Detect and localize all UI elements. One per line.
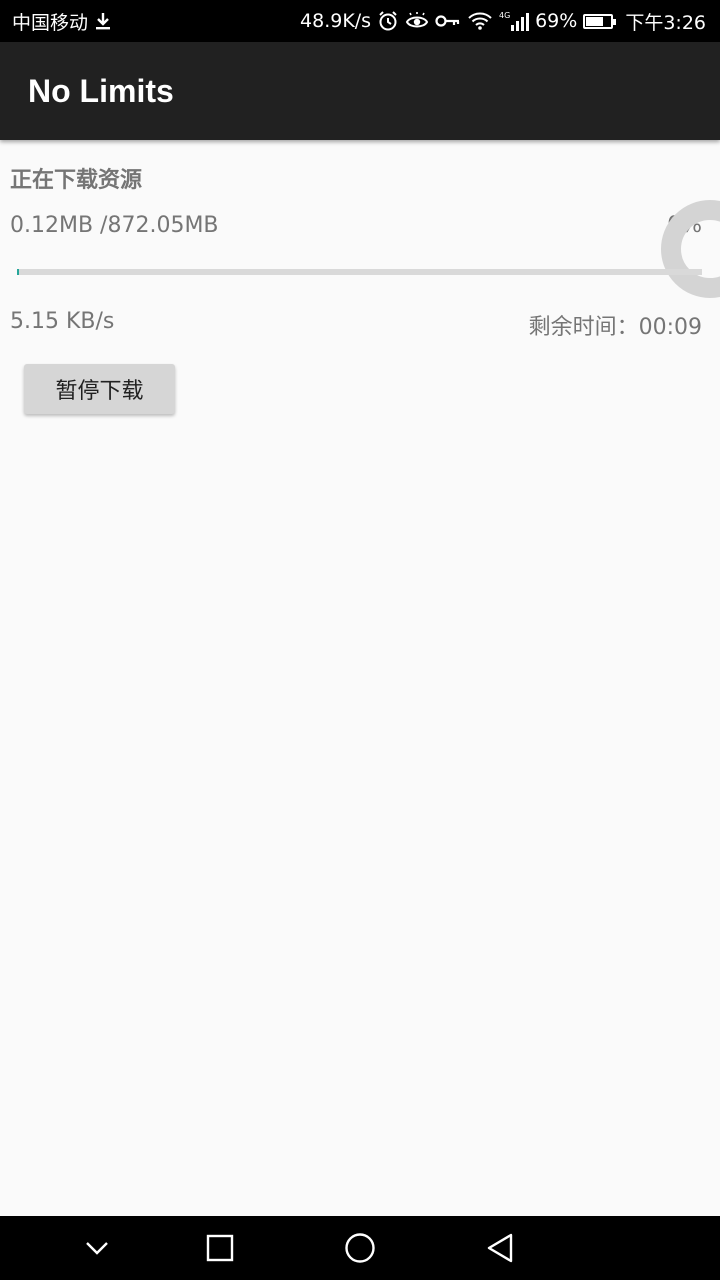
recent-apps-icon[interactable] <box>204 1232 236 1264</box>
app-title: No Limits <box>28 72 174 109</box>
remaining-time-text: 剩余时间：00:09 <box>528 315 702 340</box>
app-bar: No Limits <box>0 42 720 140</box>
navigation-bar <box>0 1216 720 1280</box>
svg-text:4G: 4G <box>499 11 510 20</box>
battery-icon <box>583 9 617 33</box>
eye-icon <box>405 9 429 33</box>
pause-download-button[interactable]: 暂停下载 <box>24 364 175 414</box>
download-speed-text: 5.15 KB/s <box>10 309 115 334</box>
download-size-text: 0.12MB /872.05MB <box>10 213 219 238</box>
status-bar: 中国移动 48.9K/s 4G 69% 下午3:26 <box>0 0 720 42</box>
chevron-down-icon[interactable] <box>81 1232 113 1264</box>
wifi-icon <box>467 9 493 33</box>
back-icon[interactable] <box>484 1232 516 1264</box>
carrier-label: 中国移动 <box>12 11 89 34</box>
key-icon <box>435 9 461 33</box>
home-icon[interactable] <box>344 1232 376 1264</box>
download-progress-fill <box>17 269 19 275</box>
download-section-title: 正在下载资源 <box>10 168 143 193</box>
download-panel: 正在下载资源 0.12MB /872.05MB 0% 5.15 KB/s 剩余时… <box>0 140 720 1216</box>
alarm-icon <box>377 9 399 33</box>
download-progress-bar <box>17 269 702 275</box>
download-icon <box>94 9 112 33</box>
signal-4g-icon: 4G <box>499 9 530 33</box>
battery-percent: 69% <box>535 10 578 32</box>
clock: 下午3:26 <box>625 11 706 34</box>
network-speed: 48.9K/s <box>300 10 372 32</box>
